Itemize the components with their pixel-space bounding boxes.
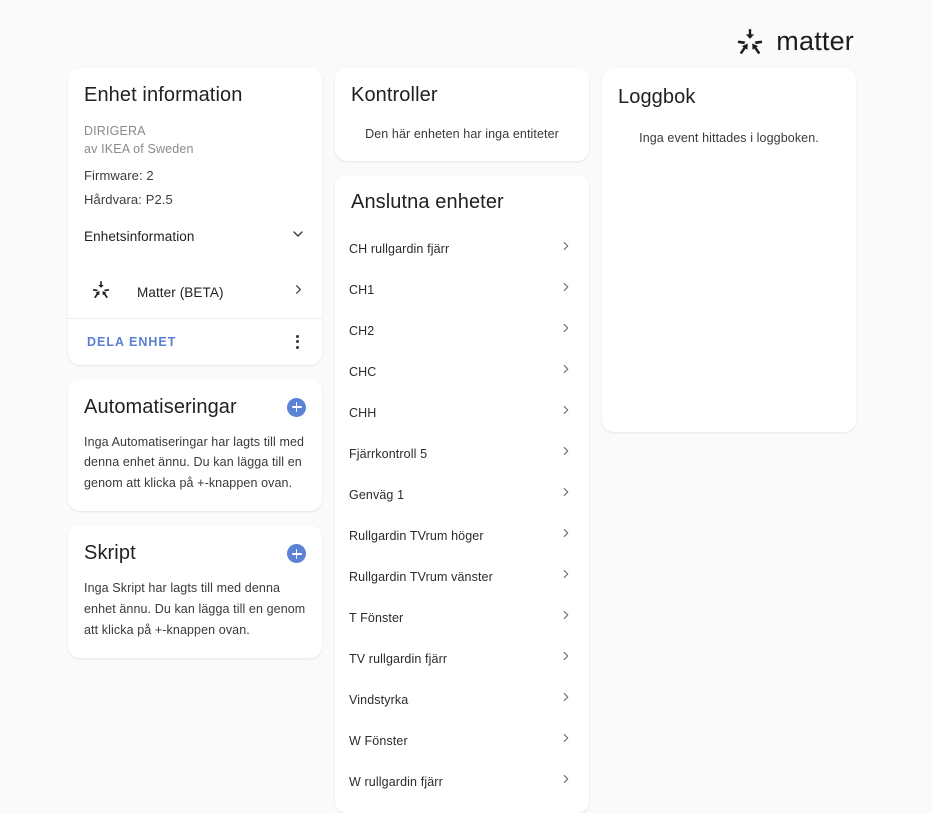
- device-list-item[interactable]: Vindstyrka: [335, 679, 589, 720]
- chevron-right-icon: [559, 772, 573, 791]
- device-list-item[interactable]: Rullgardin TVrum höger: [335, 515, 589, 556]
- connected-devices-title: Anslutna enheter: [351, 191, 504, 213]
- device-information-expander-label: Enhetsinformation: [84, 229, 195, 244]
- logbook-empty-text: Inga event hittades i loggboken.: [639, 131, 819, 145]
- device-info-body: Enhet information DIRIGERA av IKEA of Sw…: [68, 84, 322, 207]
- connected-devices-card: Anslutna enheter CH rullgardin fjärr CH1 C…: [335, 175, 589, 813]
- logbook-card: Loggbok Inga event hittades i loggboken.: [602, 68, 856, 432]
- device-list-item[interactable]: Rullgardin TVrum vänster: [335, 556, 589, 597]
- device-model: DIRIGERA: [84, 124, 146, 138]
- device-information-expander[interactable]: Enhetsinformation: [68, 226, 322, 248]
- scripts-empty-text: Inga Skript har lagts till med denna enh…: [84, 581, 306, 637]
- device-list-item-label: T Fönster: [349, 610, 404, 625]
- matter-logo-icon: [735, 27, 765, 57]
- device-list-item[interactable]: TV rullgardin fjärr: [335, 638, 589, 679]
- logbook-title: Loggbok: [618, 86, 696, 108]
- matter-logo-icon: [84, 280, 111, 305]
- dot: [295, 340, 299, 343]
- add-script-button[interactable]: [287, 544, 306, 564]
- device-list-item-label: W Fönster: [349, 733, 408, 748]
- column-left: Enhet information DIRIGERA av IKEA of Sw…: [68, 68, 322, 659]
- device-list-item-label: Fjärrkontroll 5: [349, 446, 428, 461]
- chevron-right-icon: [559, 239, 573, 258]
- chevron-right-icon: [559, 321, 573, 340]
- device-list-item[interactable]: CHC: [335, 351, 589, 392]
- scripts-header: Skript: [84, 542, 306, 565]
- device-hardware: Hårdvara: P2.5: [84, 191, 173, 207]
- automations-title: Automatiseringar: [84, 395, 237, 418]
- chevron-right-icon: [559, 485, 573, 504]
- automations-header: Automatiseringar: [84, 396, 306, 419]
- matter-beta-label: Matter (BETA): [137, 284, 224, 300]
- device-list-item[interactable]: W rullgardin fjärr: [335, 761, 589, 802]
- device-list-item-label: Genväg 1: [349, 487, 405, 502]
- overflow-menu-icon[interactable]: [286, 331, 308, 353]
- device-manufacturer: av IKEA of Sweden: [84, 141, 194, 156]
- device-list-item-label: TV rullgardin fjärr: [349, 651, 448, 666]
- device-list-item[interactable]: CH1: [335, 269, 589, 310]
- scripts-card: Skript Inga Skript har lagts till med de…: [68, 525, 322, 659]
- matter-brand: matter: [735, 26, 854, 57]
- automations-empty-text: Inga Automatiseringar har lagts till med…: [84, 434, 305, 490]
- device-list-item-label: CH rullgardin fjärr: [349, 241, 450, 256]
- device-list-item-label: Vindstyrka: [349, 692, 409, 707]
- add-automation-button[interactable]: [287, 397, 306, 417]
- device-list-item[interactable]: CHH: [335, 392, 589, 433]
- chevron-right-icon: [559, 362, 573, 381]
- chevron-right-icon: [559, 280, 573, 299]
- brand-wordmark: matter: [776, 26, 854, 56]
- automations-card: Automatiseringar Inga Automatiseringar h…: [68, 378, 322, 512]
- chevron-down-icon: [290, 226, 306, 247]
- dot: [295, 345, 299, 349]
- device-list-item[interactable]: Fjärrkontroll 5: [335, 433, 589, 474]
- device-list-item-label: Rullgardin TVrum höger: [349, 528, 484, 543]
- connected-devices-list: CH rullgardin fjärr CH1 CH2 CHC CHH Fjärrkont…: [335, 228, 589, 802]
- device-list-item[interactable]: W Fönster: [335, 720, 589, 761]
- device-info-title: Enhet information: [84, 84, 243, 106]
- chevron-right-icon: [559, 526, 573, 545]
- device-card-actions: DELA ENHET: [68, 317, 322, 365]
- chevron-right-icon: [559, 444, 573, 463]
- chevron-right-icon: [559, 567, 573, 586]
- controllers-empty-text: Den här enheten har inga entiteter: [365, 127, 559, 141]
- chevron-right-icon: [559, 690, 573, 709]
- device-list-item[interactable]: CH2: [335, 310, 589, 351]
- device-info-card: Enhet information DIRIGERA av IKEA of Sw…: [68, 68, 322, 365]
- chevron-right-icon: [291, 282, 306, 302]
- column-middle: Kontroller Den här enheten har inga enti…: [335, 68, 589, 813]
- device-list-item-label: Rullgardin TVrum vänster: [349, 569, 493, 584]
- device-list-item[interactable]: CH rullgardin fjärr: [335, 228, 589, 269]
- device-list-item[interactable]: T Fönster: [335, 597, 589, 638]
- chevron-right-icon: [559, 608, 573, 627]
- chevron-right-icon: [559, 731, 573, 750]
- scripts-title: Skript: [84, 542, 136, 565]
- controllers-title: Kontroller: [351, 84, 438, 106]
- share-device-button[interactable]: DELA ENHET: [81, 331, 182, 353]
- device-list-item-label: CH1: [349, 282, 375, 297]
- device-list-item-label: W rullgardin fjärr: [349, 774, 443, 789]
- chevron-right-icon: [559, 403, 573, 422]
- controllers-card: Kontroller Den här enheten har inga enti…: [335, 68, 589, 161]
- device-list-item-label: CHH: [349, 405, 377, 420]
- dashboard-columns: Enhet information DIRIGERA av IKEA of Sw…: [68, 68, 864, 813]
- app-root: matter Enhet information DIRIGERA av IKE…: [0, 0, 932, 813]
- matter-beta-row[interactable]: Matter (BETA): [68, 267, 322, 318]
- device-list-item-label: CHC: [349, 364, 377, 379]
- device-list-item-label: CH2: [349, 323, 375, 338]
- device-firmware: Firmware: 2: [84, 167, 154, 183]
- device-list-item[interactable]: Genväg 1: [335, 474, 589, 515]
- dot: [295, 334, 299, 338]
- chevron-right-icon: [559, 649, 573, 668]
- column-right: Loggbok Inga event hittades i loggboken.: [602, 68, 856, 432]
